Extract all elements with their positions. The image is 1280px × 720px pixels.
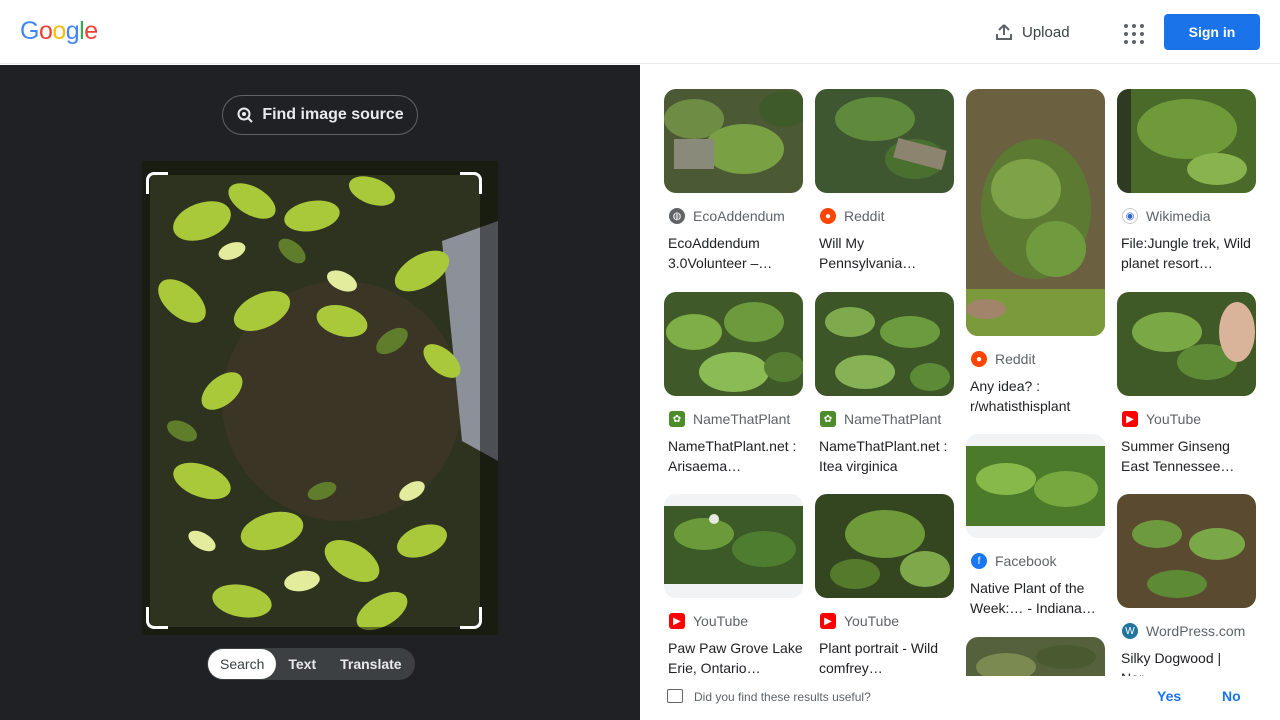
result-card[interactable]: ✿ NameThatPlant NameThatPlant.net : Itea…: [815, 292, 954, 476]
youtube-icon: ▶: [820, 613, 836, 629]
result-thumbnail[interactable]: [815, 89, 954, 193]
upload-icon: [996, 24, 1012, 40]
result-source-name: Reddit: [844, 208, 885, 224]
feedback-yes-button[interactable]: Yes: [1157, 688, 1181, 704]
result-title[interactable]: Plant portrait - Wild comfrey…: [815, 638, 954, 678]
reddit-icon: ●: [820, 208, 836, 224]
result-card[interactable]: ▶ YouTube Paw Paw Grove Lake Erie, Ontar…: [664, 494, 803, 678]
crop-handle-top-left[interactable]: [146, 172, 168, 194]
result-source: ▶ YouTube: [815, 612, 954, 630]
result-thumbnail[interactable]: [664, 89, 803, 193]
logo-letter: e: [84, 17, 98, 45]
result-thumbnail[interactable]: [966, 434, 1105, 538]
tab-translate[interactable]: Translate: [328, 649, 413, 679]
result-card[interactable]: ◍ EcoAddendum EcoAddendum 3.0Volunteer –…: [664, 89, 803, 273]
result-source-name: Wikimedia: [1146, 208, 1211, 224]
result-source: ✿ NameThatPlant: [664, 410, 803, 428]
logo-letter: o: [38, 17, 53, 45]
find-image-source-button[interactable]: Find image source: [222, 95, 418, 135]
result-source-name: Facebook: [995, 553, 1057, 569]
upload-button[interactable]: Upload: [988, 16, 1076, 48]
top-bar: Google Upload Sign in: [0, 0, 1280, 64]
result-card[interactable]: ● Reddit Will My Pennsylvania…: [815, 89, 954, 273]
query-image: [142, 161, 498, 635]
youtube-icon: ▶: [1122, 411, 1138, 427]
result-source-name: YouTube: [844, 613, 900, 629]
tab-text[interactable]: Text: [276, 649, 328, 679]
result-thumbnail[interactable]: [815, 292, 954, 396]
result-thumbnail[interactable]: [664, 292, 803, 396]
result-source: f Facebook: [966, 552, 1105, 570]
result-source: ◍ EcoAddendum: [664, 207, 803, 225]
result-source: ✿ NameThatPlant: [815, 410, 954, 428]
result-card[interactable]: f Facebook Native Plant of the Week:… - …: [966, 434, 1105, 618]
result-thumbnail[interactable]: [1117, 292, 1256, 396]
facebook-icon: f: [971, 553, 987, 569]
leaf-icon: ✿: [669, 411, 685, 427]
upload-label: Upload: [1022, 23, 1070, 41]
result-title[interactable]: Native Plant of the Week:… - Indiana…: [966, 578, 1105, 618]
result-source: ▶ YouTube: [1117, 410, 1256, 428]
result-thumbnail[interactable]: [1117, 89, 1256, 193]
find-image-source-label: Find image source: [262, 106, 404, 123]
result-source-name: YouTube: [1146, 411, 1202, 427]
crop-handle-top-right[interactable]: [460, 172, 482, 194]
visual-matches-pane: ◍ EcoAddendum EcoAddendum 3.0Volunteer –…: [640, 65, 1280, 720]
result-thumbnail[interactable]: [1117, 494, 1256, 608]
sign-in-button[interactable]: Sign in: [1164, 14, 1260, 50]
crop-handle-bottom-left[interactable]: [146, 607, 168, 629]
result-card[interactable]: W WordPress.com Silky Dogwood | Nor…: [1117, 494, 1256, 688]
google-logo[interactable]: Google: [20, 17, 98, 46]
logo-letter: g: [65, 17, 80, 45]
tab-search[interactable]: Search: [208, 649, 277, 679]
result-thumbnail[interactable]: [664, 494, 803, 598]
result-source: ◉ Wikimedia: [1117, 207, 1256, 225]
result-source-name: YouTube: [693, 613, 749, 629]
result-card[interactable]: ● Reddit Any idea? : r/whatisthisplant: [966, 89, 1105, 416]
result-title[interactable]: Will My Pennsylvania…: [815, 233, 954, 273]
result-source-name: NameThatPlant: [844, 411, 942, 427]
lens-search-icon: [237, 107, 254, 123]
result-card[interactable]: ▶ YouTube Summer Ginseng East Tennessee…: [1117, 292, 1256, 476]
result-source: ● Reddit: [815, 207, 954, 225]
feedback-icon: [667, 689, 683, 703]
wordpress-icon: W: [1122, 623, 1138, 639]
feedback-bar: Did you find these results useful? Yes N…: [640, 676, 1280, 720]
result-title[interactable]: NameThatPlant.net : Arisaema…: [664, 436, 803, 476]
result-source: W WordPress.com: [1117, 622, 1256, 640]
result-source-name: Reddit: [995, 351, 1036, 367]
result-card[interactable]: ✿ NameThatPlant NameThatPlant.net : Aris…: [664, 292, 803, 476]
feedback-no-button[interactable]: No: [1222, 688, 1241, 704]
google-apps-icon[interactable]: [1118, 18, 1146, 46]
feedback-question: Did you find these results useful?: [694, 690, 871, 704]
result-title[interactable]: File:Jungle trek, Wild planet resort…: [1117, 233, 1256, 273]
result-title[interactable]: NameThatPlant.net : Itea virginica: [815, 436, 954, 476]
leaf-icon: ✿: [820, 411, 836, 427]
result-thumbnail[interactable]: [966, 89, 1105, 336]
logo-letter: o: [52, 17, 66, 45]
youtube-icon: ▶: [669, 613, 685, 629]
result-source: ▶ YouTube: [664, 612, 803, 630]
crop-handle-bottom-right[interactable]: [460, 607, 482, 629]
result-card[interactable]: ▶ YouTube Plant portrait - Wild comfrey…: [815, 494, 954, 678]
globe-icon: ◍: [669, 208, 685, 224]
result-source-name: NameThatPlant: [693, 411, 791, 427]
logo-letter: G: [20, 17, 39, 45]
result-source-name: EcoAddendum: [693, 208, 785, 224]
result-title[interactable]: Paw Paw Grove Lake Erie, Ontario…: [664, 638, 803, 678]
search-mode-tabs: Search Text Translate: [207, 648, 415, 680]
result-thumbnail[interactable]: [815, 494, 954, 598]
image-preview-pane: Find image source Search Text Translate: [0, 65, 640, 720]
result-title[interactable]: Summer Ginseng East Tennessee…: [1117, 436, 1256, 476]
result-card[interactable]: ◉ Wikimedia File:Jungle trek, Wild plane…: [1117, 89, 1256, 273]
result-source-name: WordPress.com: [1146, 623, 1246, 639]
reddit-icon: ●: [971, 351, 987, 367]
result-title[interactable]: Any idea? : r/whatisthisplant: [966, 376, 1105, 416]
result-title[interactable]: EcoAddendum 3.0Volunteer –…: [664, 233, 803, 273]
result-source: ● Reddit: [966, 350, 1105, 368]
wikimedia-icon: ◉: [1122, 208, 1138, 224]
